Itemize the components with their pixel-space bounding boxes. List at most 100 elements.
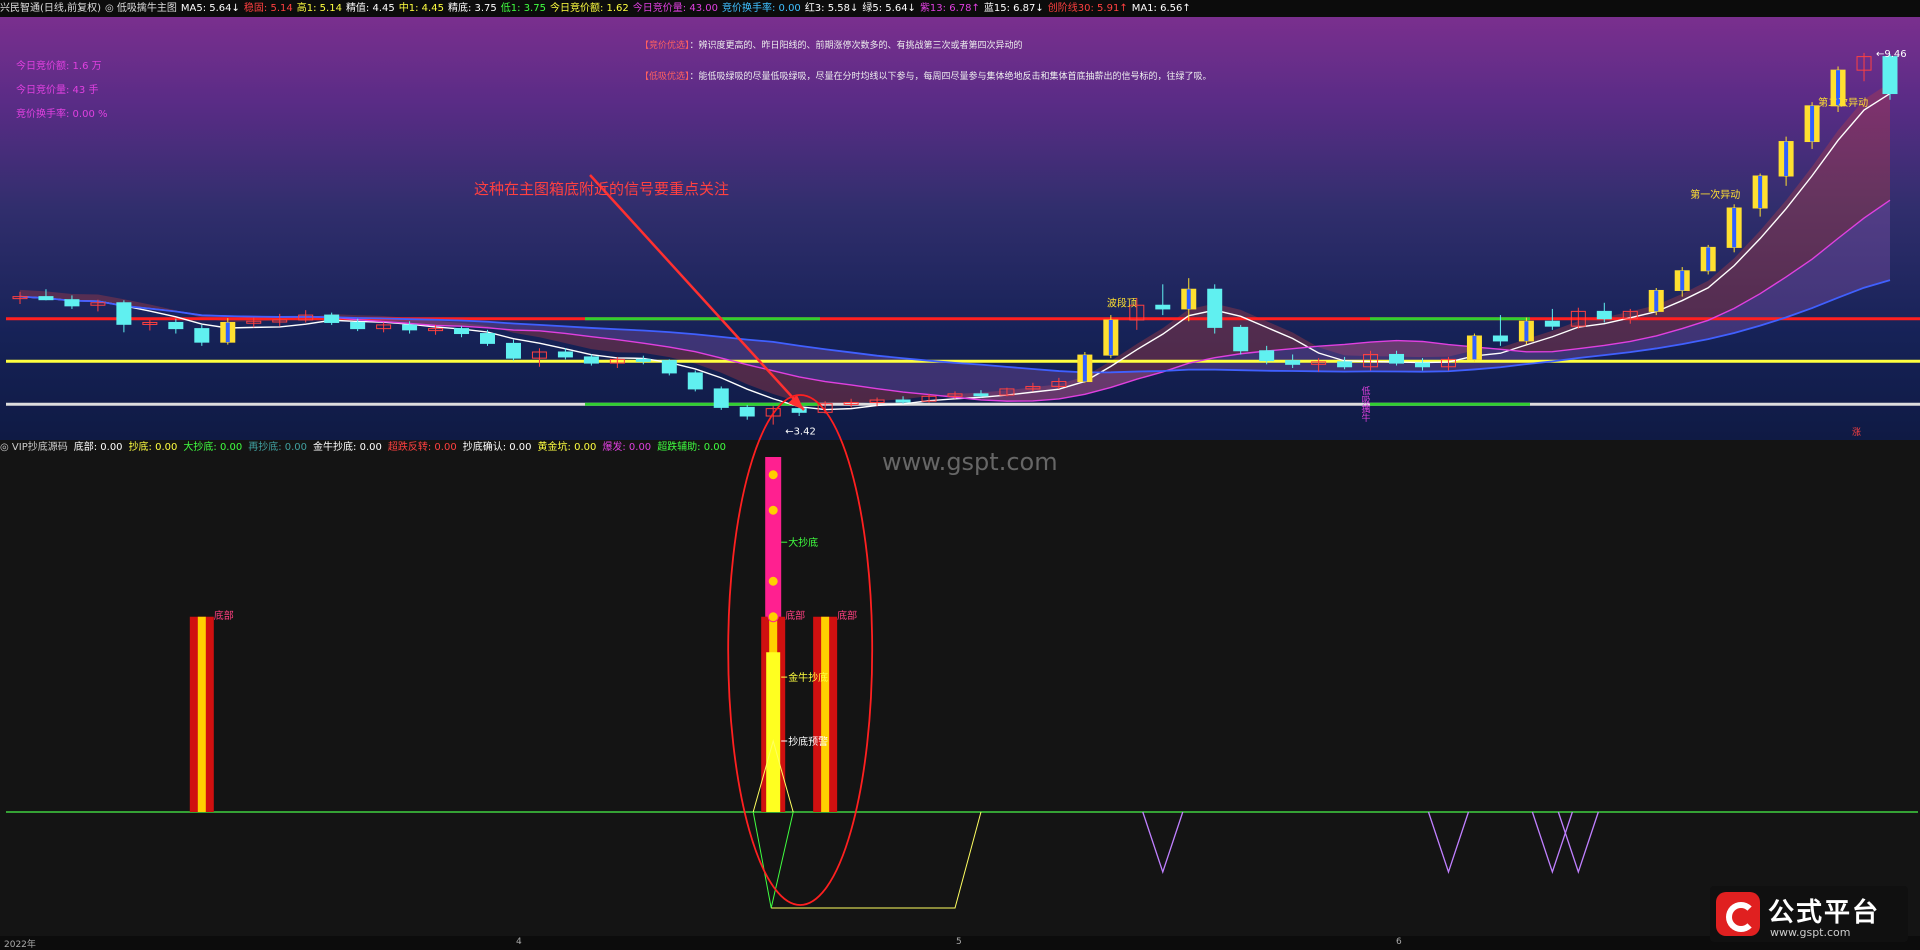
bottom-bar-label: 底部 (214, 609, 234, 622)
header-item-1: ◎ 低吸擒牛主图 (104, 3, 177, 14)
candle-body (973, 393, 989, 397)
x-tick: 2022年 (4, 940, 36, 950)
second-move-label: 第二次异动 (1818, 96, 1868, 109)
header-item-10: 今日竞价量: 43.00 (632, 3, 718, 14)
high-price-label: ←9.46 (1876, 49, 1907, 60)
candle-body (64, 299, 80, 307)
header-item-6: 中1: 4.45 (398, 3, 444, 14)
candle-body (324, 314, 340, 323)
candle-body (116, 302, 132, 325)
candle-body (1285, 360, 1301, 365)
signal-marker (767, 575, 779, 587)
header-item-15: 蓝15: 6.87↓ (983, 3, 1044, 14)
signal-marker (767, 611, 779, 623)
burst-v (1427, 811, 1470, 875)
signal-label: 大抄底 (788, 536, 818, 549)
indicator-chart: 底部 底部 底部 大抄底金牛抄底抄底预警 (6, 457, 1918, 909)
logo-url: www.gspt.com (1770, 926, 1851, 939)
candle-body (713, 388, 729, 408)
trend-band (20, 82, 1890, 406)
x-tick: 5 (956, 937, 962, 947)
candle-body (1492, 335, 1508, 342)
candle-core (1082, 355, 1087, 382)
low-price-label: ←3.42 (785, 427, 816, 438)
first-move-label: 第一次异动 (1690, 188, 1740, 201)
signal-bar-magenta (765, 457, 782, 617)
band-top-label: 波段顶 (1107, 296, 1137, 309)
header-item-2: MA5: 5.64↓ (180, 3, 240, 14)
candle-body (350, 321, 366, 330)
burst-v (1531, 811, 1573, 875)
bull-signal-label: 低吸擒牛 (1360, 385, 1371, 423)
candle-core (225, 322, 230, 343)
candle-body (194, 328, 210, 343)
candle-core (1732, 208, 1737, 248)
x-tick: 4 (516, 937, 522, 947)
header-item-8: 低1: 3.75 (500, 3, 546, 14)
candle-body (1596, 310, 1612, 320)
candle-core (1654, 290, 1659, 312)
candle-body (505, 342, 521, 359)
candle-body (402, 324, 418, 331)
header-item-0: 兴民智通(日线,前复权) (0, 3, 101, 14)
logo-name: 公式平台 (1768, 898, 1881, 928)
candle-body (1544, 320, 1560, 327)
oversold-v (752, 811, 794, 909)
candle-body (635, 358, 651, 362)
header-item-13: 绿5: 5.64↓ (862, 3, 916, 14)
candle-body (661, 360, 677, 374)
candle-body (1337, 361, 1353, 368)
header-item-14: 紫13: 6.78↑ (919, 3, 980, 14)
candle-body (739, 406, 755, 417)
header-item-16: 创阶线30: 5.91↑ (1047, 3, 1128, 14)
bottom-bar-label: 底部 (837, 609, 857, 622)
header-item-9: 今日竞价额: 1.62 (549, 3, 629, 14)
header-item-12: 红3: 5.58↓ (804, 3, 859, 14)
candle-body (895, 399, 911, 403)
candle-body (1882, 56, 1898, 95)
candle-core (1706, 247, 1711, 271)
candle-body (687, 372, 703, 390)
candle-body (168, 321, 184, 330)
x-axis: 2022年 4 5 6 (0, 936, 1920, 950)
candle-body (1207, 288, 1223, 328)
signal-label: 金牛抄底 (788, 671, 828, 684)
annotation-text: 这种在主图箱底附近的信号要重点关注 (474, 180, 729, 198)
site-logo[interactable]: 公式平台 www.gspt.com (1710, 886, 1908, 942)
header-item-7: 精底: 3.75 (447, 3, 497, 14)
x-tick: 6 (1396, 937, 1402, 947)
candlestick-chart: ←3.42 ←9.46 第一次异动 第二次异动波段顶低吸擒牛涨 这种在主图箱底附近的信号… (6, 49, 1920, 438)
candle-body (1415, 362, 1430, 368)
bottom-bar-label: 底部 (785, 609, 805, 622)
signal-bar-yellow (766, 652, 781, 812)
candle-core (1108, 320, 1113, 356)
candle-core (1758, 176, 1763, 208)
bottom-bar-core (821, 616, 830, 812)
pit-trough (771, 811, 982, 909)
candle-core (1472, 336, 1477, 360)
candle-body (38, 296, 54, 301)
signal-marker (767, 504, 779, 516)
main-chart[interactable]: 今日竞价额: 1.6 万 今日竞价量: 43 手 竞价换手率: 0.00 % 【… (0, 17, 1920, 440)
signal-marker (767, 469, 779, 481)
trend-band-slow (20, 200, 1890, 402)
bottom-bar-core (197, 616, 206, 812)
indicator-panel[interactable]: ◎ VIP抄底源码 底部: 0.00 抄底: 0.00 大抄底: 0.00 再抄底: 0… (0, 440, 1920, 936)
header-item-17: MA1: 6.56↑ (1131, 3, 1191, 14)
zhang-label: 涨 (1852, 427, 1861, 438)
header-item-5: 精值: 4.45 (345, 3, 395, 14)
candle-core (1784, 141, 1789, 176)
candle-core (1186, 289, 1191, 309)
candle-body (557, 351, 573, 358)
candle-body (583, 356, 599, 364)
header-item-3: 稳固: 5.14 (243, 3, 293, 14)
signal-label: 抄底预警 (788, 735, 828, 748)
candle-body (1259, 350, 1275, 362)
burst-v (1142, 811, 1184, 875)
candle-core (1810, 105, 1815, 142)
candle-body (1233, 326, 1249, 352)
candle-body (1155, 304, 1171, 310)
logo-c-icon (1716, 892, 1760, 936)
header-item-11: 竞价换手率: 0.00 (721, 3, 801, 14)
candle-body (1389, 353, 1405, 364)
